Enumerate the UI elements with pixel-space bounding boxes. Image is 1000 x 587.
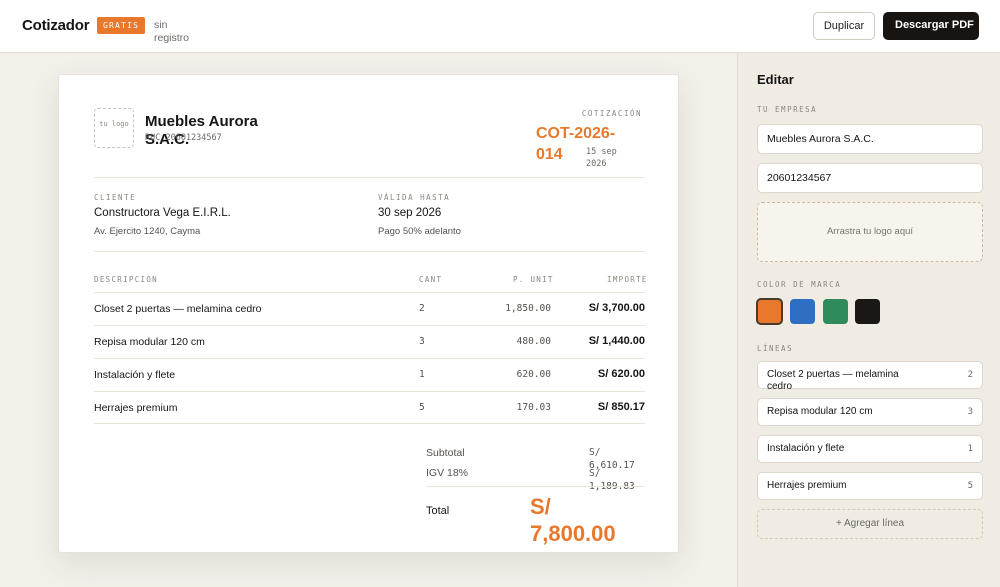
item-description: Repisa modular 120 cm bbox=[94, 336, 205, 348]
editor-title: Editar bbox=[757, 72, 794, 87]
logo-placeholder: tu logo bbox=[94, 108, 134, 148]
line-item-name: Closet 2 puertas — melamina cedro bbox=[767, 369, 899, 392]
item-unit-price: 620.00 bbox=[516, 369, 551, 380]
item-amount: S/ 620.00 bbox=[597, 368, 645, 380]
item-amount: S/ 1,440.00 bbox=[588, 335, 645, 347]
item-unit-price: 480.00 bbox=[516, 336, 551, 347]
line-item[interactable]: Instalación y flete 1 bbox=[757, 435, 983, 463]
total-value: S/ 7,800.00 bbox=[530, 494, 616, 546]
company-name: Muebles Aurora S.A.C. bbox=[145, 113, 258, 148]
line-item-qty: 3 bbox=[967, 407, 973, 417]
client-address: Av. Ejercito 1240, Cayma bbox=[94, 226, 201, 237]
duplicate-button[interactable]: Duplicar bbox=[813, 12, 875, 40]
item-description: Herrajes premium bbox=[94, 402, 178, 414]
tax-label: IGV 18% bbox=[426, 467, 469, 479]
brand-color-label: COLOR DE MARCA bbox=[757, 280, 842, 289]
app-title: Cotizador bbox=[22, 17, 90, 34]
ruc-input[interactable]: 20601234567 bbox=[757, 163, 983, 193]
item-qty: 2 bbox=[419, 303, 425, 314]
line-item-qty: 5 bbox=[967, 481, 973, 491]
line-item[interactable]: Closet 2 puertas — melamina cedro 2 bbox=[757, 361, 983, 392]
quote-label: COTIZACIÓN bbox=[581, 109, 642, 118]
line-item-qty: 1 bbox=[967, 444, 973, 454]
line-item-name: Herrajes premium bbox=[767, 480, 847, 491]
divider bbox=[426, 486, 645, 487]
item-description: Instalación y flete bbox=[94, 369, 176, 381]
item-qty: 3 bbox=[419, 336, 425, 347]
col-amount: IMPORTE bbox=[607, 275, 648, 284]
table-row: Closet 2 puertas — melamina cedro 2 1,85… bbox=[94, 292, 645, 325]
item-qty: 5 bbox=[419, 402, 425, 413]
top-bar: Cotizador GRATIS sin registro Duplicar D… bbox=[0, 0, 1000, 53]
subtotal-label: Subtotal bbox=[426, 447, 465, 459]
color-swatch-green[interactable] bbox=[823, 299, 848, 324]
col-description: DESCRIPCIÓN bbox=[94, 275, 158, 284]
tax-value: S/ 1,189.83 bbox=[589, 468, 635, 492]
item-description: Closet 2 puertas — melamina cedro bbox=[94, 303, 262, 315]
divider bbox=[94, 251, 645, 252]
line-item-name: Instalación y flete bbox=[767, 443, 845, 454]
total-label: Total bbox=[426, 505, 450, 517]
editor-panel: Editar TU EMPRESA Muebles Aurora S.A.C. … bbox=[737, 53, 1000, 587]
download-pdf-button[interactable]: Descargar PDF bbox=[883, 12, 979, 40]
col-qty: CANT bbox=[419, 275, 443, 284]
color-swatch-orange[interactable] bbox=[756, 298, 783, 325]
quote-date: 15 sep 2026 bbox=[586, 147, 617, 169]
company-ruc: RUC 20601234567 bbox=[145, 133, 222, 143]
client-name: Constructora Vega E.I.R.L. bbox=[94, 207, 231, 219]
item-unit-price: 170.03 bbox=[516, 402, 551, 413]
valid-until-date: 30 sep 2026 bbox=[378, 207, 442, 219]
item-qty: 1 bbox=[419, 369, 425, 380]
valid-until-label: VÁLIDA HASTA bbox=[378, 193, 451, 202]
table-row: Repisa modular 120 cm 3 480.00 S/ 1,440.… bbox=[94, 325, 645, 358]
logo-dropzone[interactable]: Arrastra tu logo aquí bbox=[757, 202, 983, 262]
company-name-input[interactable]: Muebles Aurora S.A.C. bbox=[757, 124, 983, 154]
col-unit-price: P. UNIT bbox=[513, 275, 554, 284]
table-row: Herrajes premium 5 170.03 S/ 850.17 bbox=[94, 391, 645, 424]
color-swatch-black[interactable] bbox=[855, 299, 880, 324]
divider bbox=[94, 177, 645, 178]
company-section-label: TU EMPRESA bbox=[757, 105, 818, 114]
item-amount: S/ 850.17 bbox=[597, 401, 645, 413]
no-signup-note: sin registro bbox=[154, 19, 190, 44]
line-item[interactable]: Repisa modular 120 cm 3 bbox=[757, 398, 983, 426]
quote-document: tu logo Muebles Aurora S.A.C. RUC 206012… bbox=[58, 74, 679, 553]
free-badge: GRATIS bbox=[97, 17, 146, 34]
lines-label: LÍNEAS bbox=[757, 344, 794, 353]
add-line-button[interactable]: + Agregar línea bbox=[757, 509, 983, 539]
line-item[interactable]: Herrajes premium 5 bbox=[757, 472, 983, 500]
table-row: Instalación y flete 1 620.00 S/ 620.00 bbox=[94, 358, 645, 391]
item-unit-price: 1,850.00 bbox=[505, 303, 551, 314]
line-item-name: Repisa modular 120 cm bbox=[767, 406, 873, 417]
item-amount: S/ 3,700.00 bbox=[588, 302, 645, 314]
client-label: CLIENTE bbox=[94, 193, 137, 202]
color-swatch-blue[interactable] bbox=[790, 299, 815, 324]
line-item-qty: 2 bbox=[967, 370, 973, 380]
payment-terms: Pago 50% adelanto bbox=[378, 226, 461, 237]
